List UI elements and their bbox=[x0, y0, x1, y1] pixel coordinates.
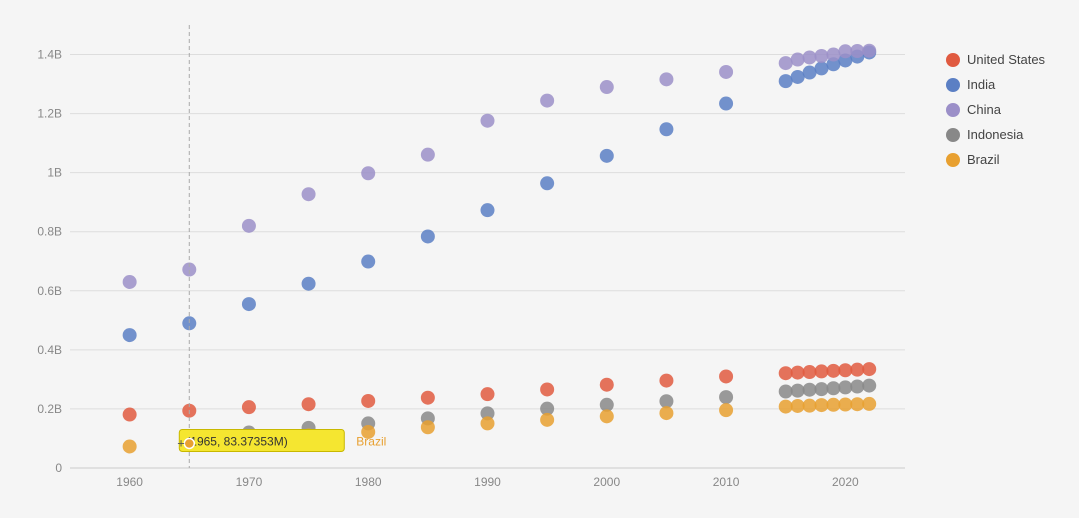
svg-text:(1965, 83.37353M): (1965, 83.37353M) bbox=[186, 434, 287, 448]
svg-text:0.6B: 0.6B bbox=[37, 284, 62, 298]
svg-text:2010: 2010 bbox=[713, 475, 740, 489]
svg-text:0.2B: 0.2B bbox=[37, 402, 62, 416]
svg-text:Brazil: Brazil bbox=[967, 152, 1000, 167]
svg-text:1.4B: 1.4B bbox=[37, 48, 62, 62]
svg-text:1B: 1B bbox=[47, 166, 62, 180]
svg-text:India: India bbox=[967, 77, 996, 92]
svg-text:0: 0 bbox=[55, 461, 62, 475]
svg-text:1980: 1980 bbox=[355, 475, 382, 489]
svg-text:2000: 2000 bbox=[593, 475, 620, 489]
svg-text:China: China bbox=[967, 102, 1002, 117]
svg-text:1.2B: 1.2B bbox=[37, 107, 62, 121]
svg-text:+: + bbox=[177, 435, 185, 450]
svg-text:Brazil: Brazil bbox=[356, 434, 386, 448]
svg-text:0.8B: 0.8B bbox=[37, 225, 62, 239]
svg-text:Indonesia: Indonesia bbox=[967, 127, 1024, 142]
svg-text:United States: United States bbox=[967, 52, 1046, 67]
chart-container: 0 0.2B 0.4B 0.6B 0.8B 1B 1.2B 1.4B 1960 1970 1980 1… bbox=[0, 0, 1079, 518]
svg-text:2020: 2020 bbox=[832, 475, 859, 489]
svg-text:1970: 1970 bbox=[236, 475, 263, 489]
svg-text:1990: 1990 bbox=[474, 475, 501, 489]
svg-text:0.4B: 0.4B bbox=[37, 343, 62, 357]
svg-text:1960: 1960 bbox=[116, 475, 143, 489]
scatter-chart[interactable]: 0 0.2B 0.4B 0.6B 0.8B 1B 1.2B 1.4B 1960 1970 1980 1… bbox=[0, 0, 1079, 518]
